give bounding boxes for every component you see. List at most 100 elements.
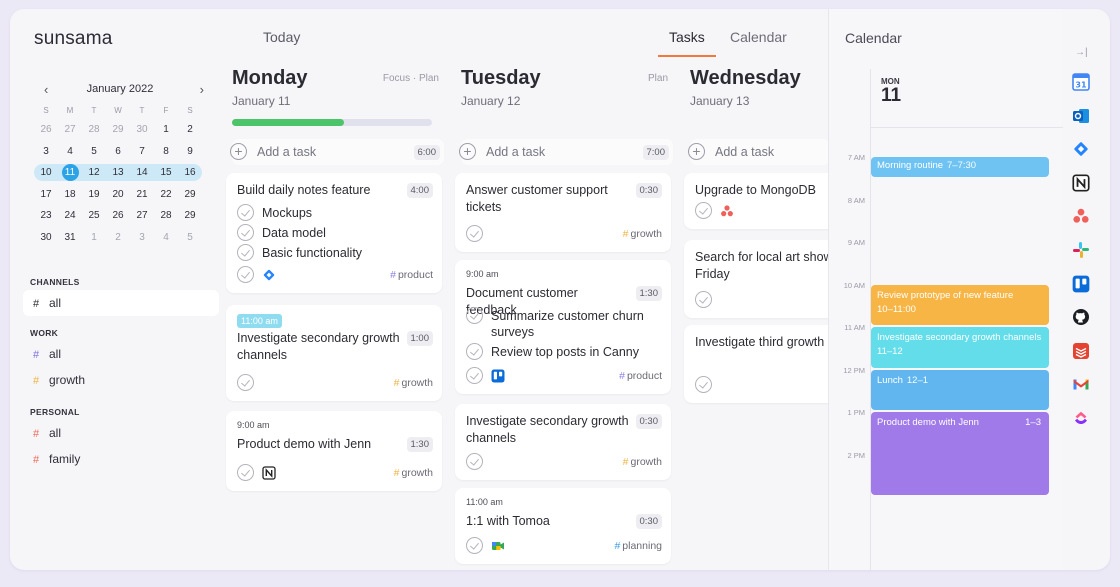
calendar-day[interactable]: 1 xyxy=(154,119,178,141)
checkmark-circle-icon[interactable] xyxy=(466,343,483,360)
channel-tag[interactable]: # growth xyxy=(394,377,433,389)
calendar-day[interactable]: 4 xyxy=(58,141,82,163)
chevron-left-icon[interactable]: ‹ xyxy=(44,82,48,97)
calendar-day[interactable]: 6 xyxy=(106,141,130,163)
calendar-day[interactable]: 27 xyxy=(130,205,154,227)
asana-icon[interactable] xyxy=(1072,207,1094,229)
app-logo[interactable]: sunsama xyxy=(34,28,113,50)
calendar-day[interactable]: 17 xyxy=(34,184,58,206)
calendar-event[interactable]: Morning routine 7–7:30 xyxy=(871,157,1049,177)
subtask[interactable]: Mockups xyxy=(237,204,433,222)
task-card[interactable]: 11:00 am 1:1 with Tomoa 0:30 # planning xyxy=(455,488,671,564)
jira-icon[interactable] xyxy=(1072,140,1094,162)
checkmark-circle-icon[interactable] xyxy=(237,266,254,283)
todoist-icon[interactable] xyxy=(1072,342,1094,364)
add-task-button[interactable]: + Add a task xyxy=(688,139,830,165)
task-card[interactable]: Upgrade to MongoDB xyxy=(684,173,830,229)
channel-tag[interactable]: # product xyxy=(619,370,662,382)
calendar-day[interactable]: 27 xyxy=(58,119,82,141)
clickup-icon[interactable] xyxy=(1072,409,1094,431)
checkmark-circle-icon[interactable] xyxy=(237,224,254,241)
calendar-day[interactable]: 7 xyxy=(130,141,154,163)
checkmark-circle-icon[interactable] xyxy=(466,225,483,242)
calendar-day[interactable]: 24 xyxy=(58,205,82,227)
calendar-day[interactable]: 9 xyxy=(178,141,202,163)
trello-icon[interactable] xyxy=(1072,275,1094,297)
calendar-day[interactable]: 3 xyxy=(130,227,154,249)
calendar-day[interactable]: 31 xyxy=(58,227,82,249)
calendar-day[interactable]: 12 xyxy=(82,162,106,184)
calendar-day[interactable]: 30 xyxy=(130,119,154,141)
channel-tag[interactable]: # product xyxy=(390,269,433,281)
subtask[interactable]: Summarize customer churn surveys xyxy=(466,307,662,339)
task-card[interactable]: Investigate third growth channels xyxy=(684,325,830,403)
task-card[interactable]: Build daily notes feature 4:00 Mockups Data… xyxy=(226,173,442,293)
calendar-day[interactable]: 22 xyxy=(154,184,178,206)
calendar-event[interactable]: Investigate secondary growth channels 11–… xyxy=(871,327,1049,368)
calendar-day[interactable]: 26 xyxy=(34,119,58,141)
gmail-icon[interactable] xyxy=(1072,375,1094,397)
calendar-day-today[interactable]: 11 xyxy=(58,162,82,184)
tab-calendar[interactable]: Calendar xyxy=(730,29,787,45)
checkmark-circle-icon[interactable] xyxy=(237,204,254,221)
channel-tag[interactable]: # growth xyxy=(394,467,433,479)
calendar-day[interactable]: 3 xyxy=(34,141,58,163)
calendar-day[interactable]: 8 xyxy=(154,141,178,163)
notion-icon[interactable] xyxy=(1072,174,1094,196)
calendar-event[interactable]: Review prototype of new feature 10–11:00 xyxy=(871,284,1049,325)
calendar-day[interactable]: 16 xyxy=(178,162,202,184)
subtask[interactable]: Data model xyxy=(237,224,433,242)
add-task-button[interactable]: + Add a task 7:00 xyxy=(459,139,673,165)
calendar-event[interactable]: Product demo with Jenn 1–3 xyxy=(871,412,1049,495)
task-card[interactable]: Answer customer support tickets 0:30 # grow… xyxy=(455,173,671,252)
task-card[interactable]: Search for local art shows on First Frid… xyxy=(684,240,830,318)
checkmark-circle-icon[interactable] xyxy=(237,374,254,391)
calendar-day[interactable]: 28 xyxy=(154,205,178,227)
sidebar-item-all[interactable]: # all xyxy=(23,341,219,367)
calendar-day[interactable]: 29 xyxy=(178,184,202,206)
calendar-day[interactable]: 26 xyxy=(106,205,130,227)
calendar-day[interactable]: 30 xyxy=(34,227,58,249)
calendar-day[interactable]: 23 xyxy=(34,205,58,227)
calendar-event[interactable]: Lunch 12–1 xyxy=(871,369,1049,410)
sidebar-item-all[interactable]: # all xyxy=(23,290,219,316)
outlook-icon[interactable] xyxy=(1072,107,1094,129)
calendar-day[interactable]: 19 xyxy=(82,184,106,206)
checkmark-circle-icon[interactable] xyxy=(466,537,483,554)
calendar-day[interactable]: 1 xyxy=(82,227,106,249)
add-task-button[interactable]: + Add a task 6:00 xyxy=(230,139,444,165)
checkmark-circle-icon[interactable] xyxy=(695,291,712,308)
calendar-day[interactable]: 5 xyxy=(82,141,106,163)
calendar-day[interactable]: 14 xyxy=(130,162,154,184)
collapse-panel-icon[interactable]: →| xyxy=(1075,47,1088,58)
calendar-day[interactable]: 10 xyxy=(34,162,58,184)
checkmark-circle-icon[interactable] xyxy=(466,367,483,384)
calendar-day[interactable]: 29 xyxy=(106,119,130,141)
github-icon[interactable] xyxy=(1072,308,1094,330)
task-card[interactable]: 11:00 am Investigate secondary growth cha… xyxy=(226,305,442,401)
slack-icon[interactable] xyxy=(1072,241,1094,263)
today-heading[interactable]: Today xyxy=(263,29,300,45)
calendar-day[interactable]: 18 xyxy=(58,184,82,206)
chevron-right-icon[interactable]: › xyxy=(200,82,204,97)
sidebar-item-growth[interactable]: # growth xyxy=(23,367,219,393)
checkmark-circle-icon[interactable] xyxy=(466,453,483,470)
google-calendar-icon[interactable]: 31 xyxy=(1072,73,1094,95)
channel-tag[interactable]: # planning xyxy=(614,540,662,552)
calendar-day[interactable]: 28 xyxy=(82,119,106,141)
calendar-day[interactable]: 5 xyxy=(178,227,202,249)
day-focus-plan-links[interactable]: Plan xyxy=(648,73,668,84)
calendar-day[interactable]: 15 xyxy=(154,162,178,184)
calendar-day[interactable]: 25 xyxy=(82,205,106,227)
calendar-day[interactable]: 2 xyxy=(106,227,130,249)
calendar-day[interactable]: 29 xyxy=(178,205,202,227)
day-focus-plan-links[interactable]: Focus · Plan xyxy=(383,73,439,84)
subtask[interactable]: Review top posts in Canny xyxy=(466,343,662,361)
task-card[interactable]: 9:00 am Document customer feedback 1:30 Sum… xyxy=(455,260,671,394)
calendar-day[interactable]: 20 xyxy=(106,184,130,206)
calendar-day[interactable]: 2 xyxy=(178,119,202,141)
checkmark-circle-icon[interactable] xyxy=(695,376,712,393)
task-card[interactable]: 9:00 am Product demo with Jenn 1:30 # growth xyxy=(226,411,442,491)
subtask[interactable]: Basic functionality xyxy=(237,244,433,262)
checkmark-circle-icon[interactable] xyxy=(237,244,254,261)
